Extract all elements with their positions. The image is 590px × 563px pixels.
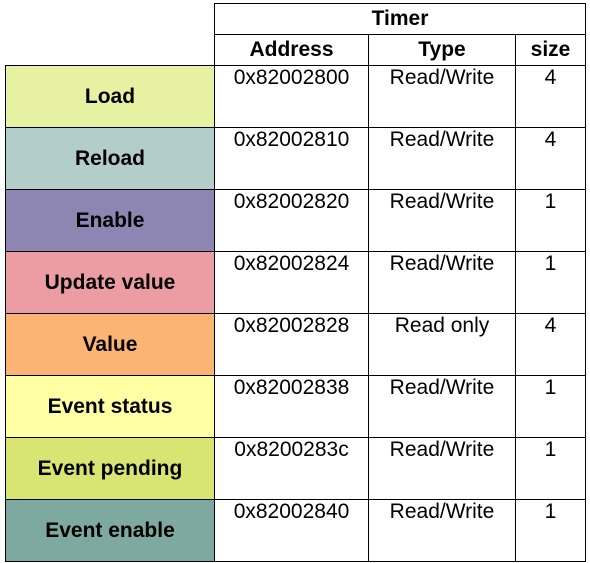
register-name: Event enable (5, 499, 215, 562)
table-row: Event status 0x82002838 Read/Write 1 (5, 375, 586, 438)
table-row: Enable 0x82002820 Read/Write 1 (5, 189, 586, 252)
register-address: 0x8200283c (214, 437, 369, 500)
register-name: Reload (5, 127, 215, 190)
register-address: 0x82002810 (214, 127, 369, 190)
register-type: Read/Write (368, 189, 516, 252)
register-name: Update value (5, 251, 215, 314)
register-address: 0x82002828 (214, 313, 369, 376)
register-type: Read/Write (368, 127, 516, 190)
register-name: Load (5, 65, 215, 128)
register-size: 1 (515, 251, 586, 314)
corner-blank (6, 4, 215, 66)
register-type: Read/Write (368, 251, 516, 314)
register-size: 1 (515, 499, 586, 562)
table-title: Timer (214, 3, 586, 35)
register-name: Enable (5, 189, 215, 252)
register-size: 4 (515, 65, 586, 128)
register-name: Event pending (5, 437, 215, 500)
table-row: Update value 0x82002824 Read/Write 1 (5, 251, 586, 314)
register-type: Read/Write (368, 375, 516, 438)
table-row: Event pending 0x8200283c Read/Write 1 (5, 437, 586, 500)
register-size: 4 (515, 313, 586, 376)
header-address: Address (214, 34, 369, 66)
table-row: Reload 0x82002810 Read/Write 4 (5, 127, 586, 190)
register-size: 1 (515, 189, 586, 252)
register-table: Timer Address Type size Load 0x82002800 Re… (5, 3, 586, 562)
register-address: 0x82002800 (214, 65, 369, 128)
table-row: Load 0x82002800 Read/Write 4 (5, 65, 586, 128)
register-type: Read/Write (368, 499, 516, 562)
table-row: Value 0x82002828 Read only 4 (5, 313, 586, 376)
register-address: 0x82002820 (214, 189, 369, 252)
register-type: Read/Write (368, 65, 516, 128)
header-size: size (515, 34, 586, 66)
register-type: Read only (368, 313, 516, 376)
register-address: 0x82002824 (214, 251, 369, 314)
register-address: 0x82002838 (214, 375, 369, 438)
table-row: Event enable 0x82002840 Read/Write 1 (5, 499, 586, 562)
register-size: 1 (515, 437, 586, 500)
register-name: Event status (5, 375, 215, 438)
register-size: 4 (515, 127, 586, 190)
register-type: Read/Write (368, 437, 516, 500)
title-row: Timer (6, 3, 586, 35)
register-address: 0x82002840 (214, 499, 369, 562)
register-name: Value (5, 313, 215, 376)
register-size: 1 (515, 375, 586, 438)
header-type: Type (368, 34, 516, 66)
